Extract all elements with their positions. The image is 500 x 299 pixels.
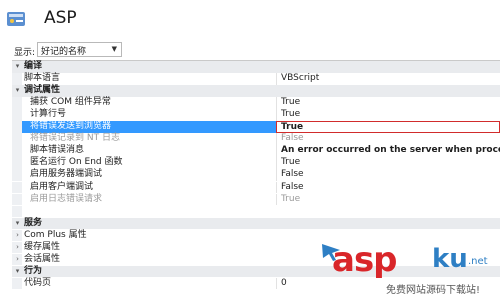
watermark-tagline: 免费网站源码下载站!: [386, 285, 481, 296]
row-gutter: [12, 121, 22, 133]
asp-feature-icon: [7, 12, 25, 26]
collapse-arrow-icon[interactable]: ▾: [13, 61, 22, 73]
property-name: 脚本错误消息: [30, 145, 85, 156]
property-value[interactable]: True: [276, 121, 500, 133]
display-label: 显示:: [14, 48, 36, 58]
category-row[interactable]: ▾ 服务: [12, 217, 500, 230]
property-value[interactable]: False: [276, 181, 500, 193]
property-row[interactable]: 将错误发送到浏览器 True: [12, 121, 500, 133]
property-name: 编译: [24, 61, 43, 71]
category-row[interactable]: ▾ 调试属性: [12, 85, 500, 97]
property-value[interactable]: An error occurred on the server when pro…: [276, 145, 500, 157]
property-name: 计算行号: [30, 109, 67, 120]
expand-arrow-icon[interactable]: ›: [13, 242, 22, 254]
property-name: 脚本语言: [24, 73, 61, 84]
row-gutter: [12, 97, 22, 109]
row-gutter: [12, 277, 22, 290]
property-value[interactable]: False: [276, 169, 500, 181]
property-name: 代码页: [24, 277, 52, 288]
row-gutter: [12, 169, 22, 181]
property-name: 启用服务器端调试: [30, 169, 103, 180]
property-row[interactable]: 启用服务器端调试 False: [12, 169, 500, 181]
property-name: 服务: [24, 217, 43, 228]
property-value[interactable]: VBScript: [276, 73, 500, 85]
row-gutter: [12, 133, 22, 145]
page-title: ASP: [44, 8, 77, 28]
property-name: 调试属性: [24, 85, 61, 96]
property-row[interactable]: 捕获 COM 组件异常 True: [12, 97, 500, 109]
property-name: 会话属性: [24, 253, 61, 264]
property-row[interactable]: 计算行号 True: [12, 109, 500, 121]
watermark-net: .net: [468, 256, 488, 267]
property-value[interactable]: False: [276, 133, 500, 145]
collapse-arrow-icon[interactable]: ▾: [13, 266, 22, 278]
property-name: 启用日志错误请求: [30, 193, 103, 204]
property-name: 将错误记录到 NT 日志: [30, 133, 120, 144]
property-name: 捕获 COM 组件异常: [30, 97, 111, 108]
property-row[interactable]: › Com Plus 属性: [12, 229, 500, 242]
collapse-arrow-icon[interactable]: ▾: [13, 85, 22, 97]
property-name: Com Plus 属性: [24, 229, 87, 240]
row-gutter: [12, 109, 22, 121]
property-name: 缓存属性: [24, 241, 61, 252]
display-mode-value: 好记的名称: [41, 47, 87, 57]
category-row[interactable]: ▾ 编译: [12, 61, 500, 73]
property-value[interactable]: True: [276, 157, 500, 169]
property-row[interactable]: 脚本错误消息 An error occurred on the server wh…: [12, 145, 500, 157]
property-row[interactable]: 启用日志错误请求 True: [12, 193, 500, 206]
property-value[interactable]: True: [276, 109, 500, 121]
display-mode-select[interactable]: 好记的名称 ▼: [37, 42, 122, 57]
watermark-asp: asp: [332, 240, 398, 280]
expand-arrow-icon[interactable]: ›: [13, 230, 22, 242]
property-value[interactable]: True: [276, 193, 500, 206]
property-name: 将错误发送到浏览器: [30, 121, 112, 132]
property-row[interactable]: 启用客户端调试 False: [12, 181, 500, 193]
watermark-ku: ku: [432, 244, 468, 274]
watermark-logo: asp ku .net 免费网站源码下载站!: [322, 240, 500, 298]
row-gutter: [12, 73, 22, 85]
property-row[interactable]: 脚本语言 VBScript: [12, 73, 500, 85]
row-gutter: [12, 181, 22, 193]
property-value[interactable]: True: [276, 97, 500, 109]
collapse-arrow-icon[interactable]: ▾: [13, 218, 22, 230]
blank-row: [12, 205, 500, 218]
row-gutter: [12, 157, 22, 169]
property-row[interactable]: 将错误记录到 NT 日志 False: [12, 133, 500, 145]
property-name: 匿名运行 On End 函数: [30, 157, 123, 168]
property-name: 行为: [24, 265, 43, 276]
chevron-down-icon: ▼: [111, 45, 117, 53]
property-row[interactable]: 匿名运行 On End 函数 True: [12, 157, 500, 169]
property-name: 启用客户端调试: [30, 181, 94, 192]
expand-arrow-icon[interactable]: ›: [13, 254, 22, 266]
row-gutter: [12, 145, 22, 157]
page-header: ASP: [0, 0, 500, 40]
row-gutter: [12, 193, 22, 206]
row-gutter: [12, 205, 22, 218]
